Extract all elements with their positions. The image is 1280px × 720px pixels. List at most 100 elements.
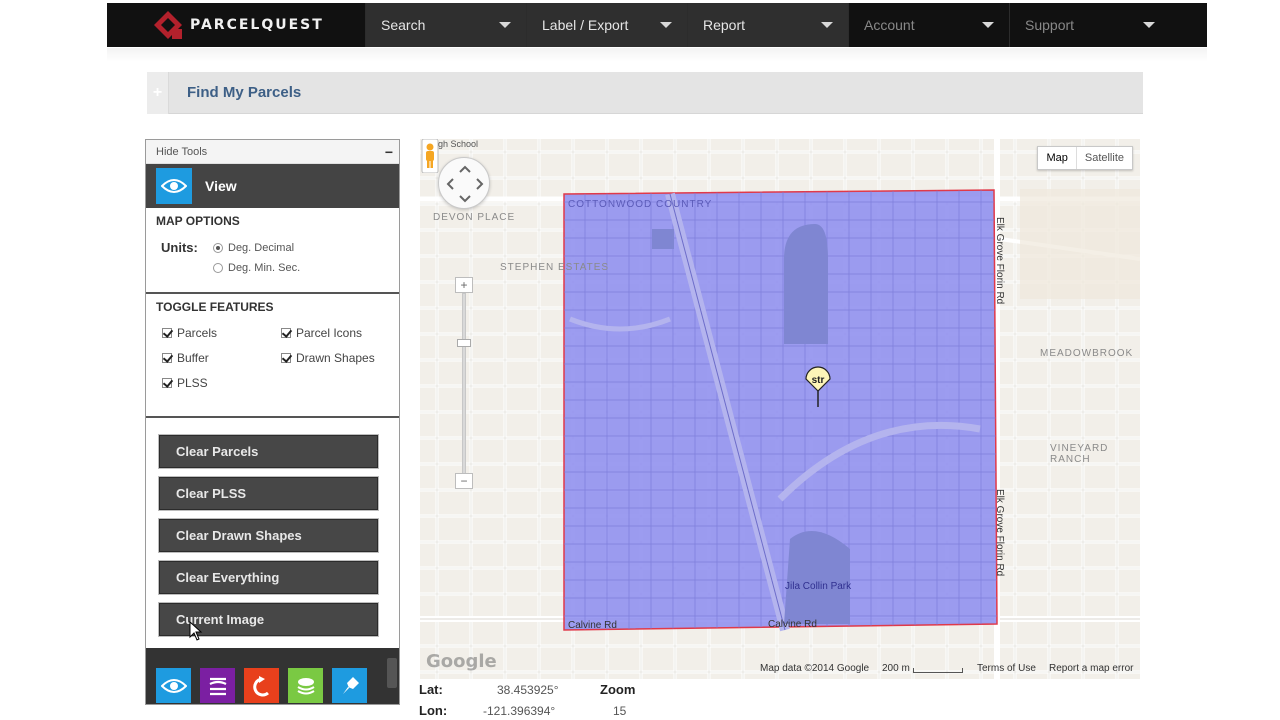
pin-edit-icon[interactable] <box>332 668 367 703</box>
checkbox-drawn-shapes-label: Drawn Shapes <box>296 351 375 365</box>
map-data-attribution: Map data ©2014 Google <box>760 663 870 674</box>
nav-shadow <box>107 48 1207 62</box>
checkbox-plss-label: PLSS <box>177 376 208 390</box>
clear-drawn-shapes-button[interactable]: Clear Drawn Shapes <box>159 519 378 552</box>
label-stephen-estates: STEPHEN ESTATES <box>500 262 610 273</box>
nav-support[interactable]: Support <box>1009 3 1170 47</box>
page-title: Find My Parcels <box>187 84 302 101</box>
toggle-features-heading: TOGGLE FEATURES <box>156 300 274 314</box>
units-label: Units: <box>161 240 198 255</box>
google-logo: Google <box>426 651 497 672</box>
tools-scrollbar[interactable] <box>387 658 397 688</box>
map-type-satellite-button[interactable]: Satellite <box>1077 147 1132 169</box>
return-arrow-icon[interactable] <box>244 668 279 703</box>
page-title-bar: + Find My Parcels <box>147 71 1143 114</box>
parcel-blocks <box>564 190 997 630</box>
radio-deg-min-sec[interactable]: Deg. Min. Sec. <box>213 262 300 274</box>
coordinates-panel: Lat: 38.453925° Zoom Lon: -121.396394° 1… <box>419 680 679 720</box>
zoom-value: 15 <box>613 704 627 718</box>
checkbox-buffer-label: Buffer <box>177 351 209 365</box>
radio-selected-icon <box>213 243 223 253</box>
checkbox-checked-icon <box>162 353 172 363</box>
map-canvas: str <box>420 139 1140 679</box>
lon-label: Lon: <box>419 703 448 718</box>
tools-panel: Hide Tools − View MAP OPTIONS Units: Deg… <box>145 139 400 705</box>
toggle-features-grid: Parcels Parcel Icons Buffer Drawn Shapes… <box>146 320 399 416</box>
zoom-out-icon[interactable]: − <box>455 473 473 489</box>
label-park: Jila Collin Park <box>785 581 852 592</box>
clear-plss-button[interactable]: Clear PLSS <box>159 477 378 510</box>
chevron-down-icon <box>982 22 994 28</box>
nav-account[interactable]: Account <box>848 3 1009 47</box>
clear-buttons-area: Clear Parcels Clear PLSS Clear Drawn Sha… <box>146 418 399 662</box>
checkbox-plss[interactable]: PLSS <box>162 376 208 390</box>
checkbox-checked-icon <box>162 378 172 388</box>
view-header: View <box>146 164 399 208</box>
zoom-control: + − <box>455 277 473 492</box>
brand-name: PARCELQUEST <box>190 17 324 33</box>
parcelquest-logo-icon <box>154 11 182 39</box>
label-vineyard-ranch: VINEYARD RANCH <box>1050 443 1109 465</box>
nav-label-export[interactable]: Label / Export <box>526 3 687 47</box>
label-elk-grove-florin-top: Elk Grove Florin Rd <box>994 217 1005 305</box>
radio-deg-decimal[interactable]: Deg. Decimal <box>213 242 294 254</box>
park-area <box>652 229 674 249</box>
label-meadowbrook: MEADOWBROOK <box>1040 348 1134 359</box>
top-navigation: PARCELQUEST Search Label / Export Report… <box>107 3 1207 47</box>
radio-deg-min-sec-label: Deg. Min. Sec. <box>228 262 301 274</box>
layers-icon[interactable] <box>200 668 235 703</box>
map-scale-label: 200 m <box>882 663 910 674</box>
chevron-down-icon <box>499 22 511 28</box>
checkbox-parcels-label: Parcels <box>177 326 218 340</box>
label-calvine-rd-right: Calvine Rd <box>768 619 817 630</box>
hide-tools-bar[interactable]: Hide Tools − <box>146 140 399 164</box>
view-eye-icon[interactable] <box>156 668 191 703</box>
nav-report-label: Report <box>703 17 746 33</box>
collapse-minus-icon[interactable]: − <box>383 144 395 160</box>
report-map-error-link[interactable]: Report a map error <box>1049 663 1133 674</box>
clear-everything-button[interactable]: Clear Everything <box>159 561 378 594</box>
nav-search[interactable]: Search <box>365 3 526 47</box>
pegman-icon[interactable] <box>420 139 440 173</box>
park-area <box>784 531 850 624</box>
map-view[interactable]: str ...High School DEVON PLACE COTTONWOO… <box>420 139 1140 679</box>
map-scale-bar <box>913 668 963 673</box>
chevron-down-icon <box>1143 22 1155 28</box>
clear-parcels-button[interactable]: Clear Parcels <box>159 435 378 468</box>
chevron-down-icon <box>660 22 672 28</box>
radio-deg-decimal-label: Deg. Decimal <box>228 242 295 254</box>
zoom-label: Zoom <box>600 682 636 697</box>
nav-report[interactable]: Report <box>687 3 848 47</box>
zoom-track[interactable] <box>462 293 466 479</box>
terms-of-use-link[interactable]: Terms of Use <box>977 663 1036 674</box>
map-options-heading: MAP OPTIONS <box>156 214 240 228</box>
label-calvine-rd-left: Calvine Rd <box>568 620 617 631</box>
marker-label: str <box>812 375 825 386</box>
lat-value: 38.453925° <box>497 683 559 697</box>
checkbox-parcels[interactable]: Parcels <box>162 326 217 340</box>
nav-support-label: Support <box>1025 17 1075 33</box>
hide-tools-label: Hide Tools <box>156 145 208 158</box>
park-area <box>784 224 828 344</box>
eye-icon <box>156 168 192 204</box>
view-label: View <box>205 178 237 194</box>
lat-label: Lat: <box>419 682 443 697</box>
pan-control[interactable] <box>438 157 490 209</box>
checkbox-parcel-icons-label: Parcel Icons <box>296 326 363 340</box>
checkbox-checked-icon <box>281 328 291 338</box>
expand-plus-icon[interactable]: + <box>147 71 169 114</box>
zoom-in-icon[interactable]: + <box>455 277 473 293</box>
pan-arrows-icon <box>446 165 484 203</box>
checkbox-buffer[interactable]: Buffer <box>162 351 209 365</box>
map-type-map-button[interactable]: Map <box>1038 147 1077 169</box>
stack-icon[interactable] <box>288 668 323 703</box>
checkbox-parcel-icons[interactable]: Parcel Icons <box>281 326 362 340</box>
lon-value: -121.396394° <box>483 704 556 718</box>
brand-logo[interactable]: PARCELQUEST <box>107 3 365 47</box>
label-cottonwood-country: COTTONWOOD COUNTRY <box>568 199 713 210</box>
label-devon-place: DEVON PLACE <box>433 212 516 223</box>
label-elk-grove-florin-bottom: Elk Grove Florin Rd <box>994 489 1005 577</box>
zoom-slider-handle[interactable] <box>457 339 471 347</box>
checkbox-drawn-shapes[interactable]: Drawn Shapes <box>281 351 375 365</box>
nav-search-label: Search <box>381 17 426 33</box>
